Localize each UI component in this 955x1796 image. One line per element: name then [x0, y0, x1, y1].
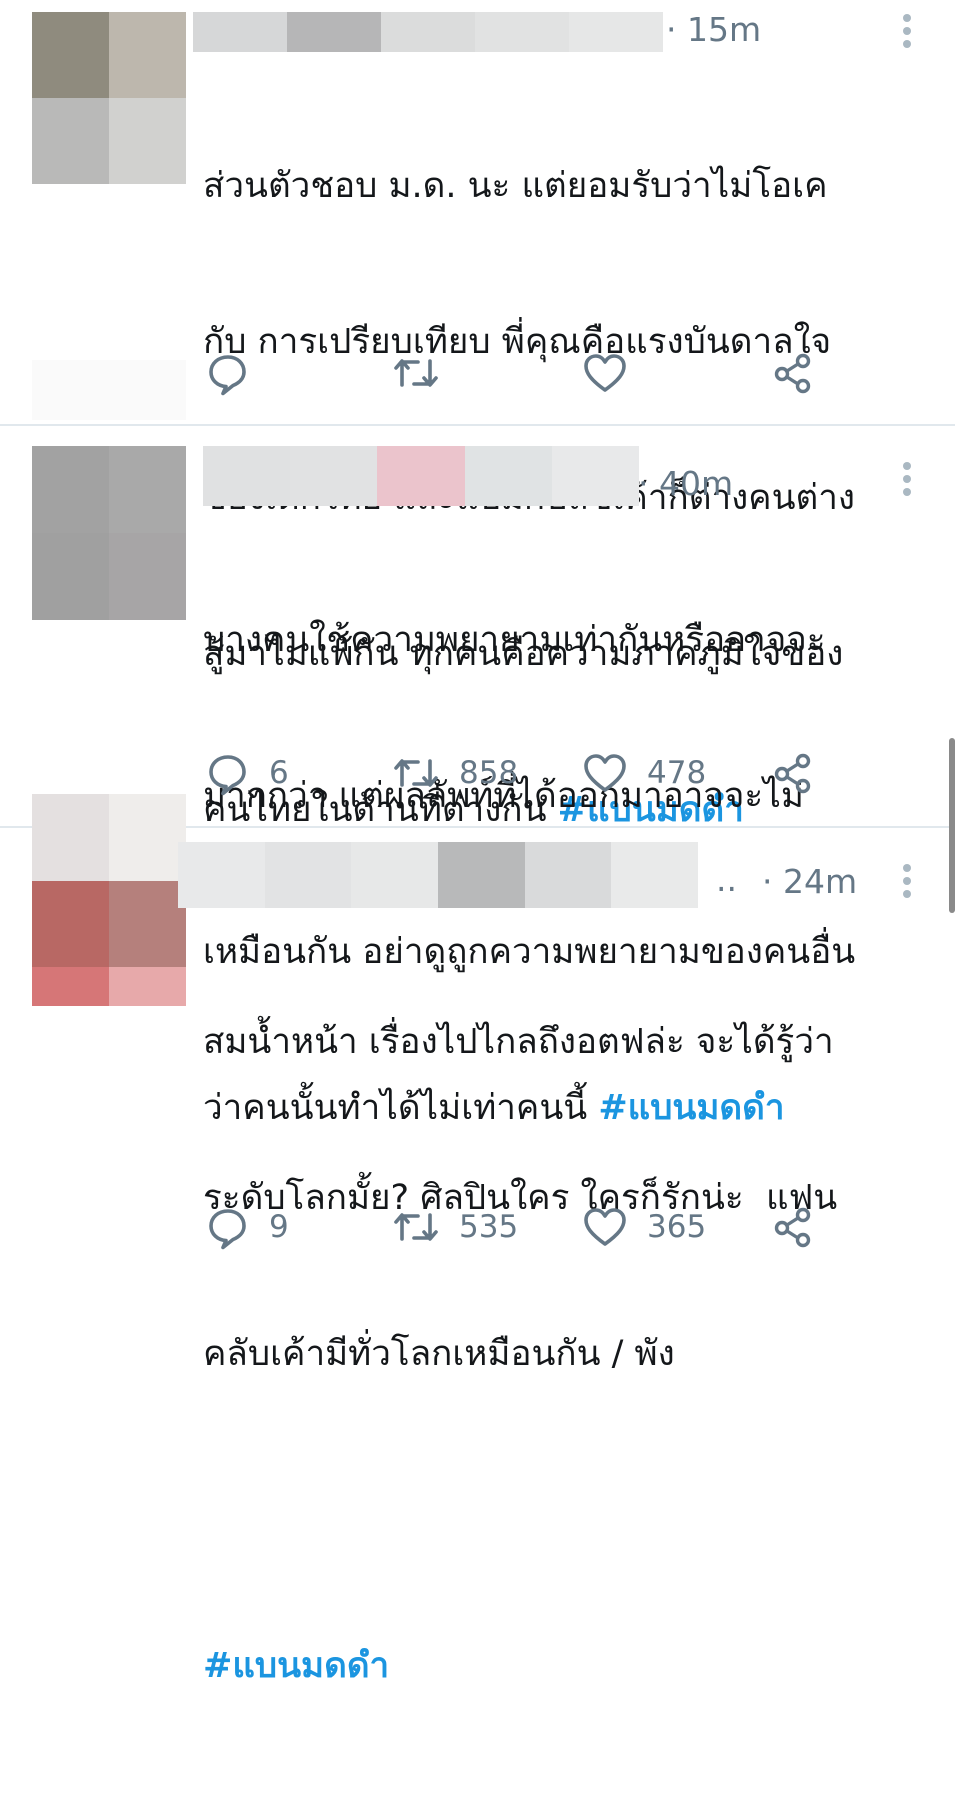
tweet-timestamp[interactable]: · 40m: [638, 464, 733, 503]
heart-icon: [584, 1208, 626, 1246]
hashtag-link[interactable]: #แบนมดดำ: [203, 1646, 389, 1686]
avatar[interactable]: [32, 794, 186, 1006]
tweet-actions: [205, 348, 825, 398]
user-name-redacted[interactable]: [203, 446, 640, 506]
share-button[interactable]: [770, 748, 816, 798]
more-vertical-icon[interactable]: [902, 14, 912, 48]
reply-button[interactable]: [205, 348, 269, 398]
like-button[interactable]: [581, 348, 647, 398]
retweet-count: 535: [459, 1209, 519, 1245]
reply-count: 9: [269, 1209, 289, 1245]
share-icon: [774, 353, 811, 394]
reply-icon: [209, 755, 246, 796]
tweet-actions: 6 858 478: [205, 748, 825, 798]
more-vertical-icon[interactable]: [902, 462, 912, 496]
like-button[interactable]: 365: [581, 1202, 706, 1252]
retweet-button[interactable]: 858: [391, 748, 518, 798]
user-name-ellipsis: ..: [716, 860, 737, 899]
retweet-button[interactable]: [391, 348, 459, 398]
reply-button[interactable]: 6: [205, 748, 289, 798]
like-button[interactable]: 478: [581, 748, 706, 798]
tweet-2[interactable]: · 40m บางคนใช้ความพยายามเท่ากันหรืออาจจะ…: [0, 426, 955, 1128]
more-vertical-icon[interactable]: [902, 864, 912, 898]
avatar[interactable]: [32, 446, 186, 620]
like-count: 478: [647, 755, 707, 791]
tweet-actions: 9 535 365: [205, 1202, 825, 1252]
avatar-shadow: [32, 360, 186, 420]
reply-count: 6: [269, 755, 289, 791]
share-button[interactable]: [770, 348, 816, 398]
reply-button[interactable]: 9: [205, 1202, 289, 1252]
scrollbar[interactable]: [949, 738, 955, 913]
retweet-icon: [394, 759, 438, 787]
retweet-count: 858: [459, 755, 519, 791]
tweet-3[interactable]: .. · 24m สมน้ำหน้า เรื่องไปไกลถึงอตฟล่ะ …: [0, 794, 955, 1686]
share-icon: [774, 753, 811, 794]
user-name-redacted[interactable]: [193, 12, 663, 52]
retweet-icon: [394, 359, 438, 387]
share-icon: [774, 1207, 811, 1248]
tweet-line: บางคนใช้ความพยายามเท่ากันหรืออาจจะ: [203, 620, 826, 660]
tweet-1[interactable]: · 15m ส่วนตัวชอบ ม.ด. นะ แต่ยอมรับว่าไม่…: [0, 0, 955, 830]
avatar[interactable]: [32, 12, 186, 184]
tweet-line: คลับเค้ามีทั่วโลกเหมือนกัน / พัง: [203, 1334, 675, 1374]
tweet-line: สมน้ำหน้า เรื่องไปไกลถึงอตฟล่ะ จะได้รู้ว…: [203, 1022, 834, 1062]
tweet-line-last: #แบนมดดำ: [203, 1640, 837, 1692]
user-name-redacted[interactable]: [178, 842, 699, 908]
tweet-timestamp[interactable]: · 15m: [666, 10, 761, 49]
retweet-button[interactable]: 535: [391, 1202, 518, 1252]
heart-icon: [584, 354, 626, 392]
share-button[interactable]: [770, 1202, 816, 1252]
tweet-line: ส่วนตัวชอบ ม.ด. นะ แต่ยอมรับว่าไม่โอเค: [203, 166, 828, 206]
reply-icon: [209, 1209, 246, 1250]
heart-icon: [584, 754, 626, 792]
tweet-timestamp[interactable]: · 24m: [762, 862, 857, 901]
retweet-icon: [394, 1213, 438, 1241]
tweet-text: สมน้ำหน้า เรื่องไปไกลถึงอตฟล่ะ จะได้รู้ว…: [203, 912, 837, 1796]
like-count: 365: [647, 1209, 707, 1245]
reply-icon: [209, 355, 246, 396]
